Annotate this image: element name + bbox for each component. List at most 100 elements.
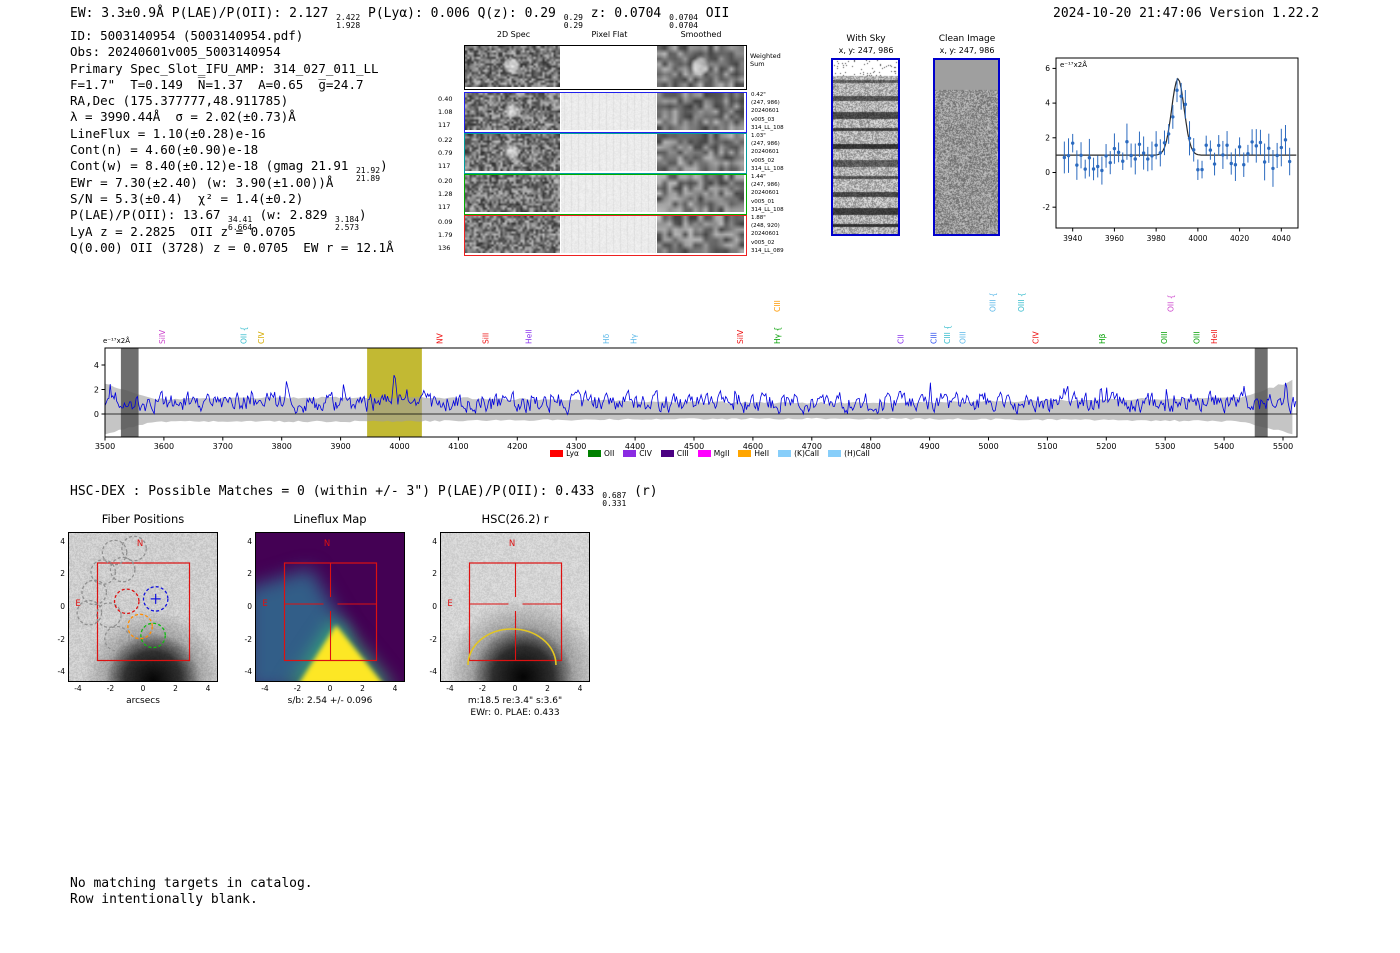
info-line: F=1.7" T=0.149 N̅=1.37 A=0.65 g̅=24.7 xyxy=(70,76,364,92)
right-label: 1.88" xyxy=(751,215,766,221)
right-label: v005_01 xyxy=(751,198,775,205)
info-line: λ = 3990.44Å σ = 2.02(±0.73)Å xyxy=(70,109,296,125)
svg-text:e⁻¹⁷x2Å: e⁻¹⁷x2Å xyxy=(103,336,130,345)
spec2d-weighted-row xyxy=(464,45,747,90)
info-line: EWr = 7.30(±2.40) (w: 3.90(±1.00))Å xyxy=(70,174,334,190)
svg-text:5200: 5200 xyxy=(1096,442,1116,451)
svg-text:4020: 4020 xyxy=(1230,234,1249,243)
svg-text:4: 4 xyxy=(1045,99,1050,108)
info-line: P(LAE)/P(OII): 13.67 34.41 6.664 (w: 2.82… xyxy=(70,207,367,232)
svg-text:CIII {: CIII { xyxy=(943,325,952,344)
svg-text:CIII: CIII xyxy=(773,300,782,312)
footer-line-2: Row intentionally blank. xyxy=(70,892,258,908)
footer-notes: No matching targets in catalog. Row inte… xyxy=(70,876,313,909)
axis-tick-label: 0 xyxy=(60,602,65,611)
left-label: 1.79 xyxy=(438,231,453,239)
svg-text:4040: 4040 xyxy=(1272,234,1291,243)
elixer-report-page: EW: 3.3±0.9Å P(LAE)/P(OII): 2.127 2.422 1… xyxy=(0,0,1400,953)
stacked-interval: 3.184 2.573 xyxy=(334,215,360,232)
spec2d-row-right-labels: 1.88" (248, 920) 20240601 v005_02 314_LL_089 xyxy=(751,214,799,255)
cutout-panel: NE xyxy=(440,532,590,682)
legend-item: CIII xyxy=(660,449,689,458)
cutout-panel: NE xyxy=(255,532,405,682)
stacked-interval: 0.0704 0.0704 xyxy=(669,13,698,30)
spec2d-row-left-labels: 0.40 1.08 117 xyxy=(438,93,462,132)
line-fit-plot: -2 0 2 4 6 3940 3960 3980 4000 4020 4040 e⁻¹⁷x2Å xyxy=(1032,50,1304,259)
info-line: Primary Spec_Slot_IFU_AMP: 314_027_011_L… xyxy=(70,60,379,76)
left-label: 1.28 xyxy=(438,190,453,198)
cutout-title-fiber-positions: Fiber Positions xyxy=(101,512,185,526)
svg-text:5100: 5100 xyxy=(1037,442,1057,451)
legend-item: HeII xyxy=(738,449,769,458)
legend-label: MgII xyxy=(713,449,730,458)
left-label: 117 xyxy=(438,121,451,129)
right-label: (247, 986) xyxy=(751,141,780,148)
spec2d-row-right-labels: 1.44" (247, 986) 20240601 v005_01 314_LL_108 xyxy=(751,173,799,214)
axis-tick-label: -2 xyxy=(478,684,487,693)
legend-label: (H)CaII xyxy=(844,449,870,458)
left-label: 0.40 xyxy=(438,95,453,103)
left-label: 0.22 xyxy=(438,136,453,144)
spec2d-2d-cutout xyxy=(465,216,560,253)
svg-text:Hγ: Hγ xyxy=(629,333,638,344)
svg-text:OIII: OIII xyxy=(1160,331,1169,344)
svg-text:3500: 3500 xyxy=(95,442,115,451)
svg-text:5300: 5300 xyxy=(1155,442,1175,451)
legend-swatch xyxy=(738,450,752,457)
cutout-xlabel-sb: s/b: 2.54 +/- 0.096 xyxy=(287,696,373,706)
spec2d-pixelflat-cutout xyxy=(561,216,656,253)
axis-tick-label: 0 xyxy=(247,602,252,611)
spec2d-smoothed-cutout xyxy=(657,216,744,253)
detection-info-block: ID: 5003140954 (5003140954.pdf) Obs: 2024… xyxy=(70,28,394,256)
spec2d-smoothed-cutout xyxy=(657,93,744,130)
spec2d-row-right-labels: 0.42" (247, 986) 20240601 v005_03 314_LL_108 xyxy=(751,91,799,132)
svg-text:N: N xyxy=(137,539,143,549)
spec2d-row-left-labels: 0.22 0.79 117 xyxy=(438,134,462,173)
withsky-title: With Sky xyxy=(846,34,886,44)
axis-tick-label: 0 xyxy=(327,684,333,693)
svg-text:Hβ: Hβ xyxy=(1098,333,1107,344)
weighted-label-line1: Weighted xyxy=(750,52,781,60)
spec2d-col-header-pixelflat: Pixel Flat xyxy=(591,30,628,39)
svg-text:3940: 3940 xyxy=(1063,234,1082,243)
withsky-coords: x, y: 247, 986 xyxy=(838,46,894,55)
svg-text:N: N xyxy=(509,539,515,549)
axis-tick-label: 0 xyxy=(512,684,518,693)
legend-item: (K)CaII xyxy=(778,449,819,458)
spec2d-2d-cutout xyxy=(465,93,560,130)
axis-tick-label: -4 xyxy=(74,684,82,693)
right-label: v005_02 xyxy=(751,157,775,164)
spec2d-col-header-smoothed: Smoothed xyxy=(680,30,722,39)
svg-text:Hγ {: Hγ { xyxy=(773,327,782,344)
spec2d-row-right-labels: 1.03" (247, 986) 20240601 v005_02 314_LL_108 xyxy=(751,132,799,173)
svg-text:3960: 3960 xyxy=(1105,234,1124,243)
svg-text:5400: 5400 xyxy=(1214,442,1234,451)
spec2d-weighted-2d xyxy=(465,46,560,87)
spec2d-pixelflat-cutout xyxy=(561,175,656,212)
right-label: v005_02 xyxy=(751,239,775,246)
axis-tick-label: 0 xyxy=(140,684,146,693)
svg-text:e⁻¹⁷x2Å: e⁻¹⁷x2Å xyxy=(1060,60,1087,69)
svg-text:4000: 4000 xyxy=(389,442,409,451)
right-label: v005_03 xyxy=(751,116,775,123)
cutout-title-lineflux-map: Lineflux Map xyxy=(293,512,367,526)
right-label: (247, 986) xyxy=(751,100,780,107)
svg-text:N: N xyxy=(324,539,330,549)
cutout-title-hsc-r: HSC(26.2) r xyxy=(481,512,549,526)
svg-text:0: 0 xyxy=(1045,168,1050,177)
axis-tick-label: 2 xyxy=(173,684,178,693)
svg-text:SiIV: SiIV xyxy=(158,329,167,344)
info-line: Obs: 20240601v005_5003140954 xyxy=(70,44,281,60)
spec2d-row-left-labels: 0.09 1.79 136 xyxy=(438,216,462,255)
hsc-dex-line: HSC-DEX : Possible Matches = 0 (within +… xyxy=(70,484,658,508)
svg-text:HeII: HeII xyxy=(524,329,533,344)
legend-swatch xyxy=(550,450,564,457)
axis-tick-label: -4 xyxy=(429,667,437,677)
legend-label: (K)CaII xyxy=(794,449,820,458)
axis-tick-label: -4 xyxy=(244,667,252,677)
spec2d-smoothed-cutout xyxy=(657,175,744,212)
right-label: 20240601 xyxy=(751,231,779,238)
svg-text:E: E xyxy=(447,599,452,609)
svg-text:3700: 3700 xyxy=(213,442,233,451)
axis-tick-label: 2 xyxy=(545,684,550,693)
